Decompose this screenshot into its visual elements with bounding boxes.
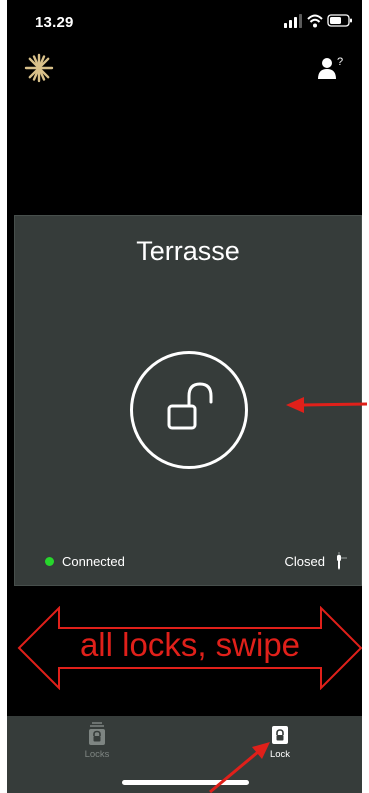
tab-locks[interactable]: Locks [62,722,132,762]
signal-icon [284,14,302,28]
unlocked-padlock-icon [167,382,213,430]
user-help-icon[interactable]: ? [318,54,344,80]
connection-label: Connected [62,554,125,569]
door-state-label: Closed [284,553,325,569]
lock-name: Terrasse [136,236,240,266]
lock-icon [272,726,288,744]
status-time: 13.29 [35,14,74,31]
battery-icon [327,14,352,27]
tab-lock[interactable]: Lock [245,722,315,762]
connection-indicator [45,557,54,566]
swipe-annotation-label: all locks, swipe [79,626,301,663]
tab-locks-label: Locks [84,749,110,760]
status-bar: 13.29 [7,0,362,40]
connection-status: Connected [45,554,125,569]
door-state: Closed [285,552,347,570]
wifi-icon [307,14,323,28]
app-header: ? [7,48,362,88]
snowflake-star-logo-icon [24,53,54,83]
door-handle-icon [337,552,347,570]
lock-card[interactable]: Terrasse Connected Closed [14,215,362,586]
home-indicator [122,780,249,785]
swipe-annotation: all locks, swipe [17,606,362,690]
status-icons [284,14,352,28]
phone-screen: 13.29 ? Terrasse Connected Closed all lo… [7,0,362,793]
svg-text:?: ? [337,56,343,68]
tab-lock-label: Lock [269,749,291,760]
locks-stack-icon [89,722,105,745]
lock-toggle-button[interactable] [130,351,248,469]
